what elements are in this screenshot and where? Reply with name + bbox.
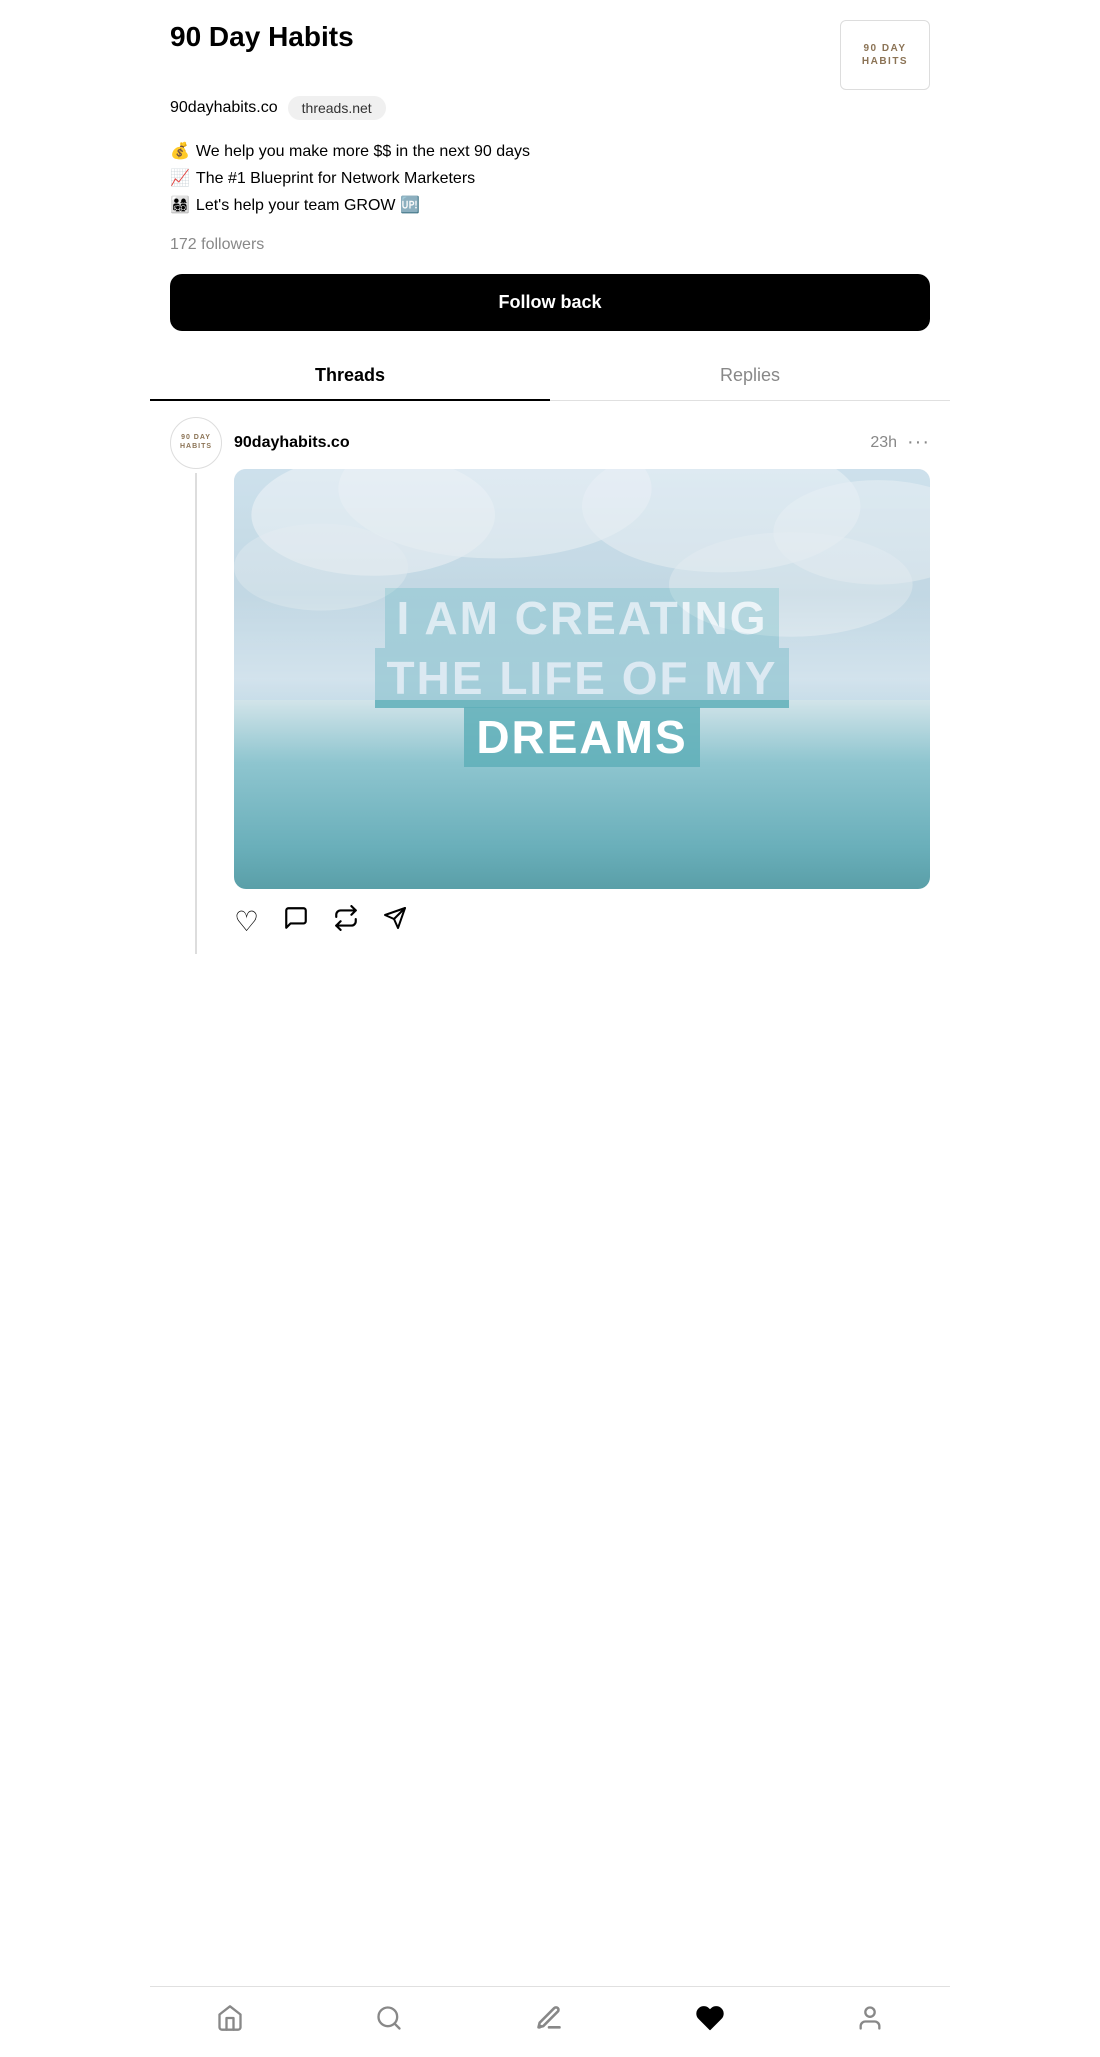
- bio-text-3: Let's help your team GROW 🆙: [196, 192, 420, 219]
- nav-profile[interactable]: [840, 1999, 900, 2037]
- tab-replies[interactable]: Replies: [550, 351, 950, 400]
- post-avatar[interactable]: 90 DAY HABITS: [170, 417, 222, 469]
- followers-count: 172 followers: [170, 236, 930, 254]
- compose-icon: [535, 2004, 563, 2032]
- thread-line: [195, 473, 197, 954]
- follow-back-button[interactable]: Follow back: [170, 274, 930, 331]
- bio-text-1: We help you make more $$ in the next 90 …: [196, 138, 530, 165]
- post-body: I AM CREATING THE LIFE OF MY DREAMS ♡: [170, 469, 930, 954]
- bio-line-3: 👨‍👩‍👧‍👦 Let's help your team GROW 🆙: [170, 192, 930, 219]
- post-meta: 90dayhabits.co 23h ···: [234, 431, 930, 454]
- post-menu-button[interactable]: ···: [907, 431, 930, 454]
- affirmation-line3: DREAMS: [464, 707, 699, 767]
- comment-button[interactable]: [283, 905, 309, 938]
- like-button[interactable]: ♡: [234, 905, 259, 938]
- post-image: I AM CREATING THE LIFE OF MY DREAMS: [234, 469, 930, 889]
- thread-line-column: [170, 469, 222, 954]
- profile-username-row: 90dayhabits.co threads.net: [170, 96, 930, 120]
- nav-search[interactable]: [359, 1999, 419, 2037]
- profile-badge[interactable]: threads.net: [288, 96, 386, 120]
- search-icon: [375, 2004, 403, 2032]
- tab-threads[interactable]: Threads: [150, 351, 550, 400]
- post-username[interactable]: 90dayhabits.co: [234, 434, 350, 452]
- profile-username: 90dayhabits.co: [170, 99, 278, 117]
- share-button[interactable]: [383, 906, 407, 937]
- home-icon: [216, 2004, 244, 2032]
- thread-post: 90 DAY HABITS 90dayhabits.co 23h ···: [150, 401, 950, 970]
- nav-post[interactable]: [519, 1999, 579, 2037]
- heart-icon: [695, 2003, 725, 2033]
- bio-emoji-3: 👨‍👩‍👧‍👦: [170, 192, 190, 219]
- bio-emoji-2: 📈: [170, 165, 190, 192]
- bio-line-1: 💰 We help you make more $$ in the next 9…: [170, 138, 930, 165]
- profile-top-row: 90 Day Habits 90 DAY HABITS: [170, 20, 930, 90]
- repost-button[interactable]: [333, 905, 359, 938]
- nav-activity[interactable]: [679, 1999, 741, 2037]
- bottom-spacer: [150, 970, 950, 1060]
- post-actions: ♡: [234, 905, 930, 938]
- profile-icon: [856, 2004, 884, 2032]
- profile-bio: 💰 We help you make more $$ in the next 9…: [170, 138, 930, 220]
- post-time: 23h: [870, 434, 897, 452]
- profile-header: 90 Day Habits 90 DAY HABITS 90dayhabits.…: [150, 0, 950, 254]
- post-time-menu: 23h ···: [870, 431, 930, 454]
- bottom-nav: [150, 1986, 950, 2057]
- nav-home[interactable]: [200, 1999, 260, 2037]
- bio-text-2: The #1 Blueprint for Network Marketers: [196, 165, 475, 192]
- logo-text-top: 90 DAY: [863, 42, 906, 55]
- profile-name: 90 Day Habits: [170, 20, 354, 54]
- post-header: 90 DAY HABITS 90dayhabits.co 23h ···: [170, 417, 930, 469]
- background-clouds: [234, 469, 930, 700]
- logo-text-bottom: HABITS: [862, 55, 908, 68]
- avatar-text-bottom: HABITS: [180, 443, 212, 451]
- post-content: I AM CREATING THE LIFE OF MY DREAMS ♡: [234, 469, 930, 954]
- profile-logo: 90 DAY HABITS: [840, 20, 930, 90]
- bio-emoji-1: 💰: [170, 138, 190, 165]
- tab-bar: Threads Replies: [150, 351, 950, 401]
- bio-line-2: 📈 The #1 Blueprint for Network Marketers: [170, 165, 930, 192]
- avatar-text-top: 90 DAY: [181, 434, 211, 442]
